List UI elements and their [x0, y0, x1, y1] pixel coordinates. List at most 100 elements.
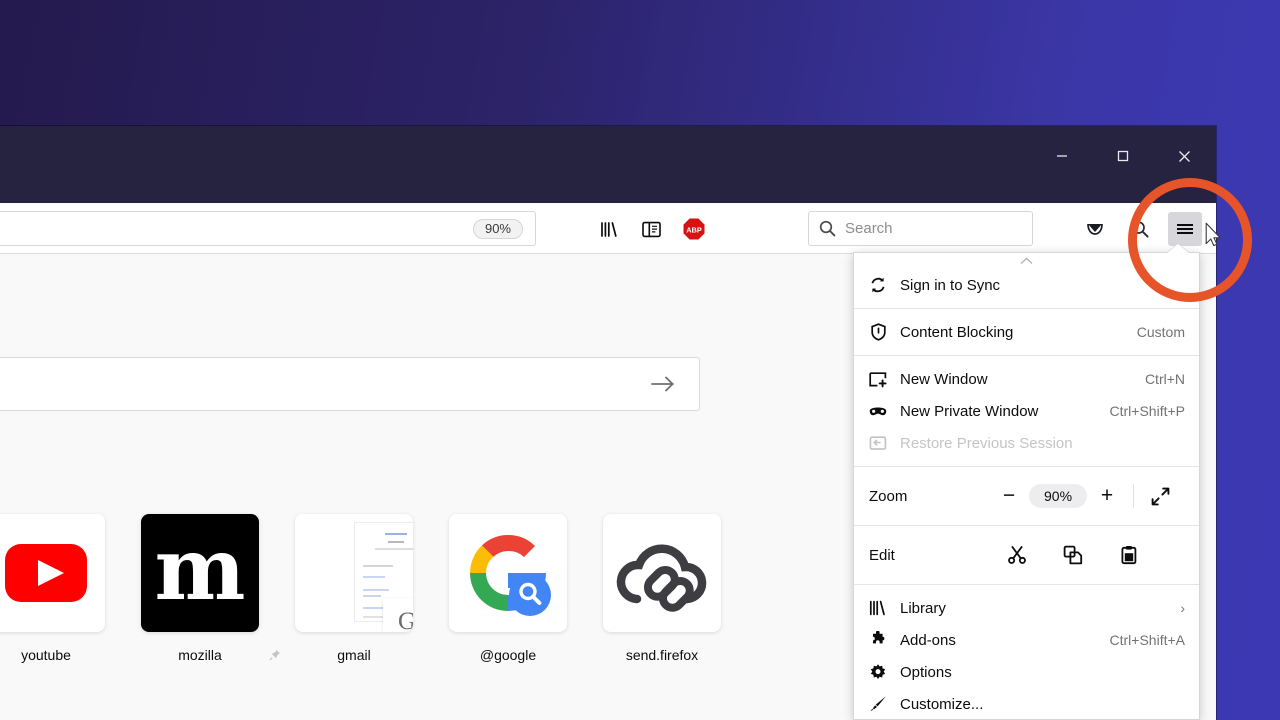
search-placeholder-text: Search — [845, 220, 893, 237]
menu-shortcut: Ctrl+N — [1144, 371, 1185, 387]
menu-label: Content Blocking — [900, 323, 1014, 341]
menu-label: Sign in to Sync — [900, 276, 1001, 294]
menu-separator — [854, 355, 1199, 356]
menu-label: Add-ons — [900, 631, 956, 649]
top-site-tile[interactable]: m mozilla — [138, 514, 262, 663]
menu-item-restore-previous-session[interactable]: Restore Previous Session — [854, 427, 1199, 459]
menu-item-library[interactable]: Library › — [854, 592, 1199, 624]
cut-icon[interactable] — [989, 545, 1045, 565]
tile-label: @google — [479, 647, 537, 663]
tile-thumbnail[interactable]: G — [295, 514, 413, 632]
menu-label: Restore Previous Session — [900, 434, 1073, 452]
zoom-value[interactable]: 90% — [1029, 484, 1088, 508]
url-bar[interactable]: 90% — [0, 211, 536, 246]
menu-shortcut: Ctrl+Shift+P — [1109, 403, 1185, 419]
new-window-icon — [869, 371, 887, 388]
restore-session-icon — [869, 435, 887, 452]
menu-separator — [854, 584, 1199, 585]
top-site-tile[interactable]: G gmail — [269, 514, 416, 663]
hamburger-bar — [1177, 232, 1193, 234]
window-maximize-button[interactable] — [1100, 126, 1146, 186]
account-icon[interactable] — [1123, 212, 1157, 246]
window-close-button[interactable] — [1161, 126, 1207, 186]
menu-item-new-private-window[interactable]: New Private Window Ctrl+Shift+P — [854, 395, 1199, 427]
tile-thumbnail[interactable] — [603, 514, 721, 632]
menu-row-zoom: Zoom − 90% + — [854, 474, 1199, 518]
menu-label: Options — [900, 663, 952, 681]
menu-label: Customize... — [900, 695, 984, 713]
menu-item-sign-in-to-sync[interactable]: Sign in to Sync — [854, 269, 1199, 301]
gear-icon — [869, 663, 887, 681]
menu-item-new-window[interactable]: New Window Ctrl+N — [854, 363, 1199, 395]
top-site-tile[interactable]: @google — [446, 514, 570, 663]
copy-icon[interactable] — [1045, 545, 1101, 565]
mouse-cursor — [1205, 222, 1221, 247]
appmenu-panel: Sign in to Sync Content Blocking Custom — [853, 252, 1200, 720]
window-titlebar — [0, 126, 1216, 203]
divider — [1133, 484, 1135, 508]
menu-separator — [854, 525, 1199, 526]
screen: 90% ABP Search youtube m mozilla G gmail… — [0, 0, 1280, 720]
tile-thumbnail[interactable]: m — [141, 514, 259, 632]
tile-label: gmail — [269, 647, 416, 663]
browser-toolbar: 90% ABP Search — [0, 203, 1216, 254]
mozilla-wordmark-icon: m — [154, 519, 246, 621]
zoom-in-button[interactable]: + — [1087, 481, 1127, 511]
tile-letter-badge: G — [383, 598, 413, 632]
tile-thumbnail[interactable] — [449, 514, 567, 632]
tile-label-text: youtube — [21, 647, 71, 663]
top-sites-row: M mail.yahoo — [0, 514, 724, 663]
addons-puzzle-icon — [869, 631, 887, 649]
shield-icon — [869, 323, 887, 341]
sync-icon — [869, 276, 887, 294]
newtab-search-box[interactable] — [0, 357, 700, 411]
menu-item-options[interactable]: Options — [854, 656, 1199, 688]
menu-label: New Window — [900, 370, 988, 388]
appmenu-scroll-up[interactable] — [854, 253, 1199, 269]
chevron-up-icon — [1020, 257, 1033, 264]
pocket-icon[interactable] — [1078, 212, 1112, 246]
appmenu-pointer — [1166, 244, 1190, 254]
menu-shortcut: Ctrl+Shift+A — [1109, 632, 1185, 648]
submenu-chevron-icon: › — [1180, 600, 1185, 616]
sidebar-icon[interactable] — [634, 212, 668, 246]
zoom-label: Zoom — [869, 487, 908, 505]
top-site-tile[interactable]: youtube — [0, 514, 108, 663]
top-site-tile[interactable]: send.firefox — [600, 514, 724, 663]
content-blocking-value: Custom — [1136, 324, 1185, 340]
arrow-right-icon — [651, 376, 674, 392]
tile-label: mozilla — [178, 647, 222, 663]
tile-thumbnail[interactable] — [0, 514, 105, 632]
fullscreen-icon[interactable] — [1140, 481, 1180, 511]
edit-label: Edit — [869, 546, 895, 564]
window-minimize-button[interactable] — [1039, 126, 1085, 186]
urlbar-zoom-badge[interactable]: 90% — [472, 218, 523, 239]
paste-icon[interactable] — [1101, 545, 1157, 565]
tile-label-text: gmail — [337, 647, 371, 663]
hamburger-menu-icon[interactable] — [1168, 212, 1202, 246]
pin-icon — [269, 649, 280, 661]
google-icon — [470, 534, 551, 616]
firefox-send-icon — [616, 544, 707, 612]
menu-separator — [854, 308, 1199, 309]
library-icon[interactable] — [592, 212, 626, 246]
hamburger-bar — [1177, 224, 1193, 226]
menu-label: Library — [900, 599, 946, 617]
search-icon — [819, 220, 836, 237]
youtube-icon — [5, 544, 87, 602]
adblock-plus-icon[interactable]: ABP — [677, 212, 711, 246]
menu-row-edit: Edit — [854, 533, 1199, 577]
tile-label: youtube — [0, 647, 108, 663]
tile-label: send.firefox — [625, 647, 699, 663]
menu-label: New Private Window — [900, 402, 1039, 420]
menu-item-content-blocking[interactable]: Content Blocking Custom — [854, 316, 1199, 348]
search-input[interactable]: Search — [808, 211, 1033, 246]
menu-item-add-ons[interactable]: Add-ons Ctrl+Shift+A — [854, 624, 1199, 656]
svg-text:ABP: ABP — [686, 225, 702, 234]
menu-separator — [854, 466, 1199, 467]
zoom-out-button[interactable]: − — [989, 481, 1029, 511]
brush-icon — [869, 695, 887, 713]
menu-item-customize[interactable]: Customize... — [854, 688, 1199, 719]
library-icon — [869, 600, 887, 616]
hamburger-bar — [1177, 228, 1193, 230]
